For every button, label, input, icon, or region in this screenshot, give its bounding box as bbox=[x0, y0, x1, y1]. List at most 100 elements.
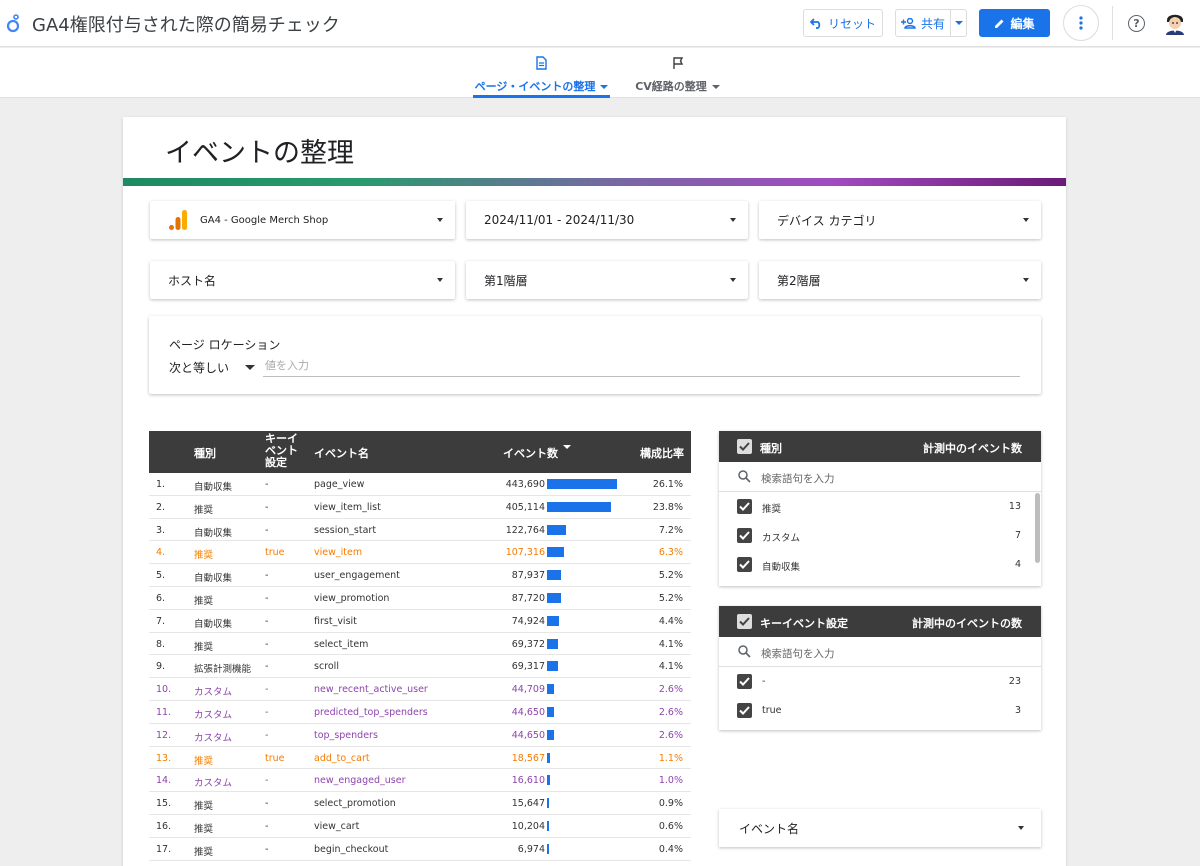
table-row[interactable]: 2. 推奨 - view_item_list 405,114 23.8% bbox=[149, 496, 691, 519]
level2-filter[interactable]: 第2階層 bbox=[759, 261, 1041, 299]
key-filter-search[interactable]: 検索語句を入力 bbox=[719, 637, 1041, 667]
level1-label: 第1階層 bbox=[484, 273, 528, 288]
more-options-button[interactable] bbox=[1063, 5, 1099, 41]
item-checkbox[interactable] bbox=[737, 499, 752, 514]
check-icon bbox=[739, 442, 750, 451]
row-number: 11. bbox=[156, 706, 172, 718]
filter-item[interactable]: カスタム 7 bbox=[719, 521, 1041, 550]
scrollbar[interactable] bbox=[1035, 493, 1040, 563]
row-event-count: 69,317 bbox=[511, 661, 545, 673]
event-name-filter[interactable]: イベント名 bbox=[719, 809, 1041, 847]
event-count-bar bbox=[547, 524, 567, 535]
flag-icon bbox=[672, 56, 683, 69]
item-checkbox[interactable] bbox=[737, 557, 752, 572]
check-icon bbox=[739, 706, 750, 715]
tab-cv-path[interactable]: CV経路の整理 bbox=[630, 54, 725, 98]
search-placeholder: 検索語句を入力 bbox=[761, 648, 835, 660]
column-header-key-event[interactable]: キーイベント設定 bbox=[265, 433, 299, 469]
event-count-bar bbox=[547, 615, 559, 626]
report-canvas: イベントの整理 GA4 - Google Merch Shop 2024/11/… bbox=[123, 117, 1066, 866]
table-row[interactable]: 6. 推奨 - view_promotion 87,720 5.2% bbox=[149, 587, 691, 610]
row-number: 17. bbox=[156, 843, 172, 855]
chevron-down-icon bbox=[600, 85, 609, 89]
row-number: 4. bbox=[156, 547, 166, 559]
table-row[interactable]: 5. 自動収集 - user_engagement 87,937 5.2% bbox=[149, 564, 691, 587]
table-row[interactable]: 1. 自動収集 - page_view 443,690 26.1% bbox=[149, 473, 691, 496]
event-count-header-label: イベント数 bbox=[503, 447, 558, 460]
page-location-filter: ページ ロケーション 次と等しい 値を入力 bbox=[149, 316, 1041, 394]
table-row[interactable]: 14. カスタム - new_engaged_user 16,610 1.0% bbox=[149, 769, 691, 793]
table-row[interactable]: 12. カスタム - top_spenders 44,650 2.6% bbox=[149, 724, 691, 747]
table-row[interactable]: 16. 推奨 - view_cart 10,204 0.6% bbox=[149, 815, 691, 838]
row-key-event: - bbox=[265, 684, 269, 696]
table-row[interactable]: 7. 自動収集 - first_visit 74,924 4.4% bbox=[149, 610, 691, 633]
row-ratio: 23.8% bbox=[652, 501, 683, 513]
help-icon[interactable]: ? bbox=[1128, 15, 1145, 32]
user-avatar[interactable] bbox=[1164, 11, 1186, 35]
row-number: 16. bbox=[156, 820, 172, 832]
row-number: 6. bbox=[156, 592, 166, 604]
row-number: 14. bbox=[156, 775, 172, 787]
table-header: 種別 キーイベント設定 イベント名 イベント数 構成比率 bbox=[149, 431, 691, 473]
type-filter-search[interactable]: 検索語句を入力 bbox=[719, 462, 1041, 492]
table-row[interactable]: 10. カスタム - new_recent_active_user 44,709 2.6% bbox=[149, 678, 691, 701]
row-number: 9. bbox=[156, 661, 166, 673]
host-name-filter[interactable]: ホスト名 bbox=[150, 261, 455, 299]
column-header-type[interactable]: 種別 bbox=[194, 445, 216, 461]
select-all-checkbox[interactable] bbox=[737, 614, 752, 629]
column-header-event-count[interactable]: イベント数 bbox=[503, 445, 571, 461]
row-key-event: - bbox=[265, 729, 269, 741]
row-event-name: new_recent_active_user bbox=[314, 684, 428, 696]
row-ratio: 0.6% bbox=[658, 820, 683, 832]
row-type: 推奨 bbox=[194, 755, 214, 767]
document-icon bbox=[536, 56, 547, 70]
event-count-bar bbox=[547, 570, 561, 581]
row-key-event: - bbox=[265, 843, 269, 855]
item-label: カスタム bbox=[762, 533, 801, 544]
item-checkbox[interactable] bbox=[737, 674, 752, 689]
row-ratio: 5.2% bbox=[658, 592, 683, 604]
share-dropdown-button[interactable] bbox=[950, 9, 967, 37]
table-row[interactable]: 15. 推奨 - select_promotion 15,647 0.9% bbox=[149, 792, 691, 815]
table-row[interactable]: 11. カスタム - predicted_top_spenders 44,650 2.6% bbox=[149, 701, 691, 724]
row-type: 推奨 bbox=[194, 641, 214, 653]
item-checkbox[interactable] bbox=[737, 703, 752, 718]
tab-page-event[interactable]: ページ・イベントの整理 bbox=[473, 54, 610, 98]
item-checkbox[interactable] bbox=[737, 528, 752, 543]
row-type: 拡張計測機能 bbox=[194, 664, 252, 676]
undo-icon bbox=[809, 17, 821, 29]
table-row[interactable]: 4. 推奨 true view_item 107,316 6.3% bbox=[149, 541, 691, 565]
table-row[interactable]: 13. 推奨 true add_to_cart 18,567 1.1% bbox=[149, 747, 691, 770]
key-event-filter: キーイベント設定 計測中のイベントの数 検索語句を入力 - 23 true 3 bbox=[719, 606, 1041, 730]
table-row[interactable]: 17. 推奨 - begin_checkout 6,974 0.4% bbox=[149, 838, 691, 861]
level1-filter[interactable]: 第1階層 bbox=[466, 261, 748, 299]
value-input[interactable]: 値を入力 bbox=[263, 357, 1020, 377]
operator-select[interactable]: 次と等しい bbox=[169, 359, 255, 376]
filter-item[interactable]: 自動収集 4 bbox=[719, 550, 1041, 579]
column-header-ratio[interactable]: 構成比率 bbox=[640, 445, 684, 461]
chevron-down-icon bbox=[954, 21, 963, 25]
date-range-control[interactable]: 2024/11/01 - 2024/11/30 bbox=[466, 201, 748, 239]
row-type: 推奨 bbox=[194, 823, 214, 835]
row-event-name: scroll bbox=[314, 661, 339, 673]
filter-item[interactable]: 推奨 13 bbox=[719, 492, 1041, 521]
table-row[interactable]: 8. 推奨 - select_item 69,372 4.1% bbox=[149, 633, 691, 656]
share-button[interactable]: 共有 bbox=[895, 9, 951, 37]
row-number: 3. bbox=[156, 524, 166, 536]
search-icon bbox=[738, 645, 751, 658]
table-row[interactable]: 3. 自動収集 - session_start 122,764 7.2% bbox=[149, 519, 691, 542]
event-count-bar bbox=[547, 479, 617, 489]
row-type: 推奨 bbox=[194, 504, 214, 516]
filter-item[interactable]: - 23 bbox=[719, 667, 1041, 696]
row-ratio: 4.4% bbox=[658, 615, 683, 627]
table-row[interactable]: 9. 拡張計測機能 - scroll 69,317 4.1% bbox=[149, 655, 691, 679]
event-count-bar bbox=[547, 501, 611, 512]
filter-item[interactable]: true 3 bbox=[719, 696, 1041, 725]
device-category-filter[interactable]: デバイス カテゴリ bbox=[759, 201, 1041, 239]
reset-button[interactable]: リセット bbox=[803, 9, 883, 37]
select-all-checkbox[interactable] bbox=[737, 439, 752, 454]
column-header-event-name[interactable]: イベント名 bbox=[314, 445, 369, 461]
edit-button[interactable]: 編集 bbox=[979, 9, 1050, 37]
property-selector[interactable]: GA4 - Google Merch Shop bbox=[150, 201, 455, 239]
item-label: 自動収集 bbox=[762, 562, 801, 573]
